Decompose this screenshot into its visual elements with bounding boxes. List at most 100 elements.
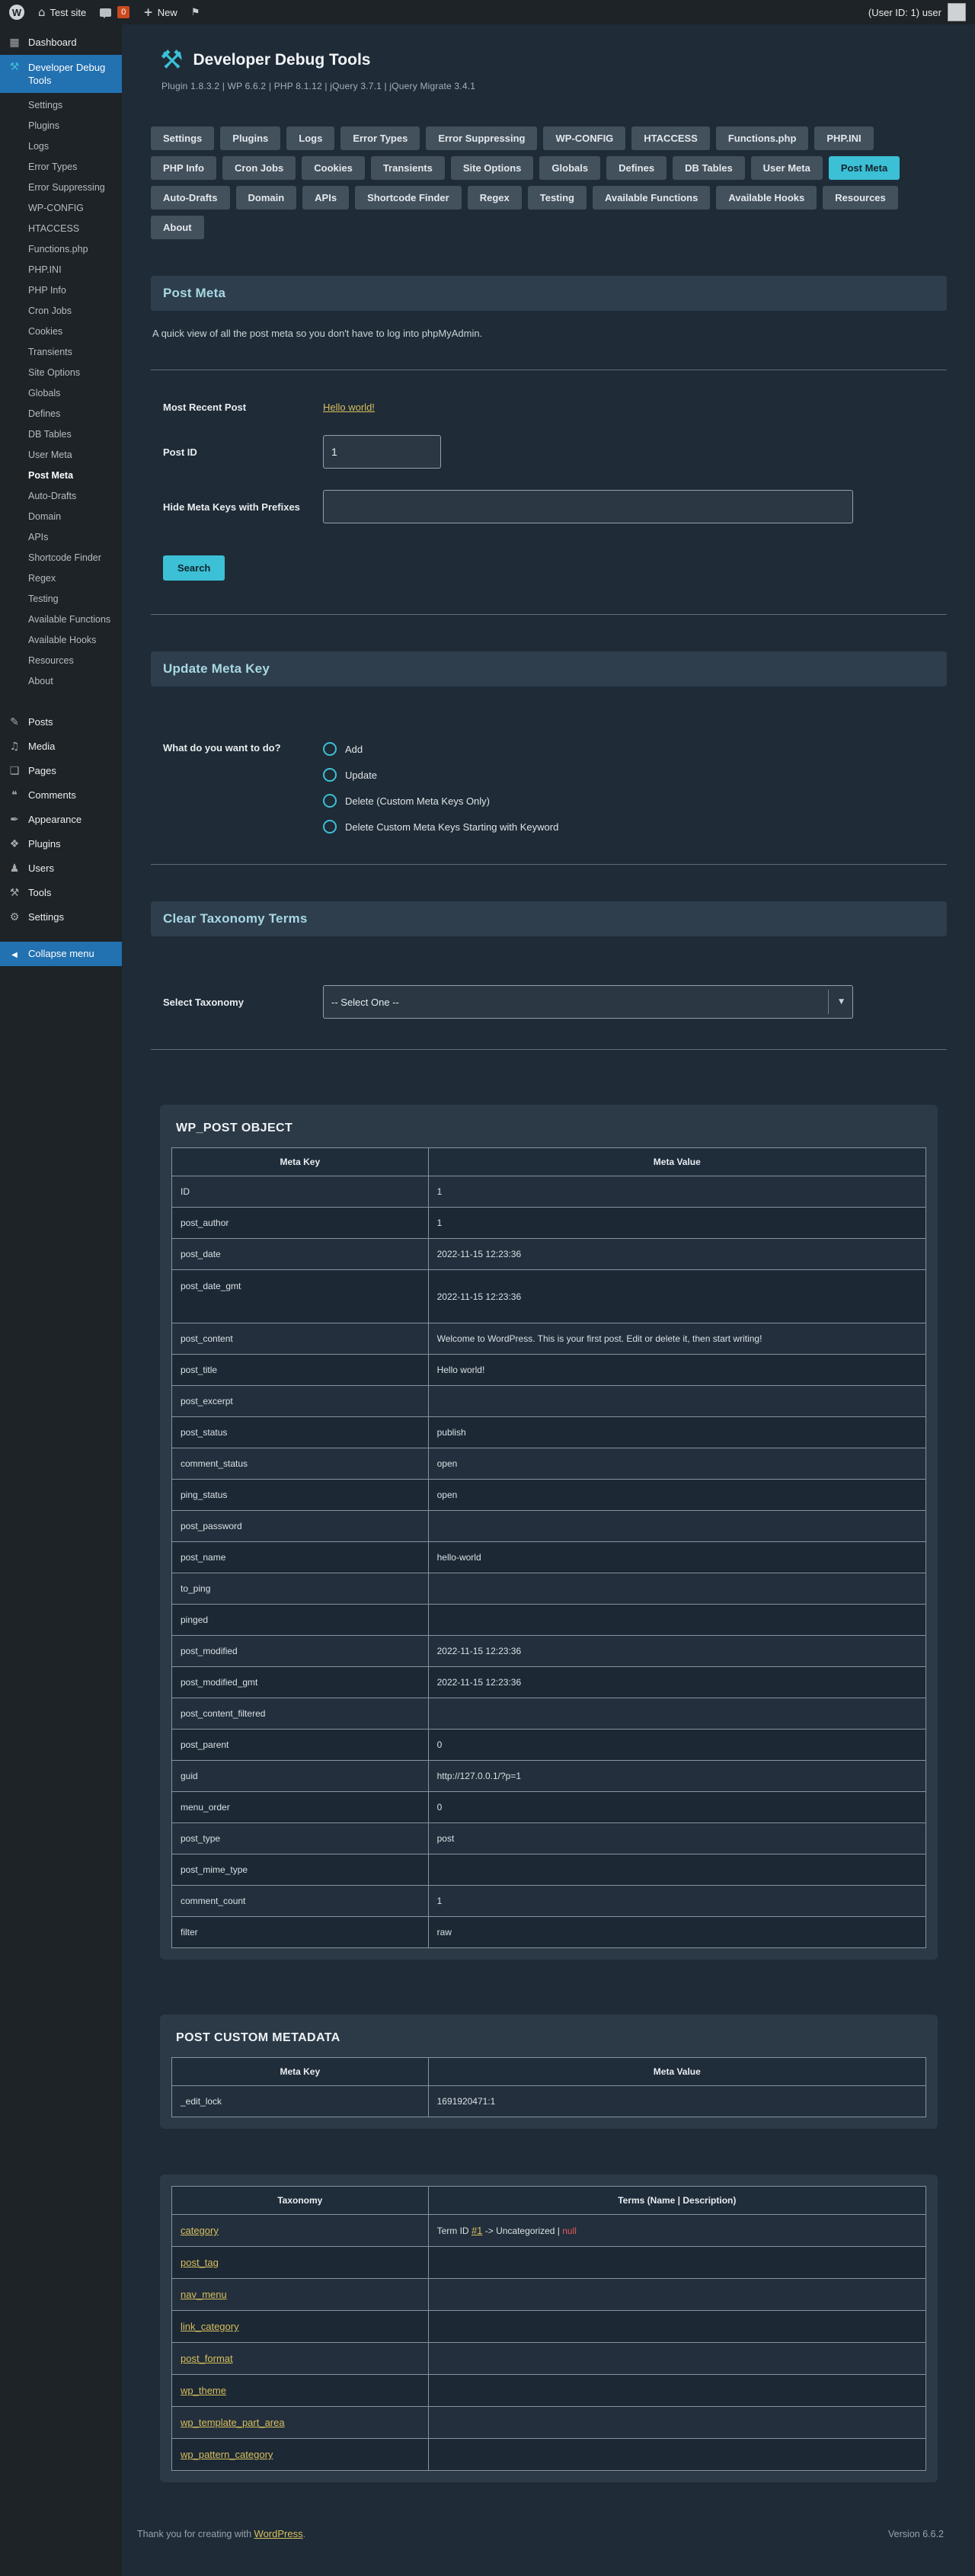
sidebar-submenu-item[interactable]: Available Functions (0, 610, 122, 630)
sidebar-submenu-item[interactable]: Site Options (0, 363, 122, 383)
sidebar-menu-item[interactable]: ✎ Posts (0, 710, 122, 734)
tab[interactable]: PHP.INI (814, 126, 874, 150)
tab[interactable]: APIs (302, 186, 350, 210)
tab[interactable]: Shortcode Finder (355, 186, 462, 210)
sidebar-submenu-item[interactable]: Cron Jobs (0, 301, 122, 322)
term-id-link[interactable]: #1 (472, 2225, 482, 2236)
tab[interactable]: Error Types (340, 126, 420, 150)
taxonomy-link[interactable]: wp_template_part_area (181, 2417, 285, 2428)
sidebar-menu-item[interactable]: ♟ Users (0, 856, 122, 881)
sidebar-submenu-item[interactable]: PHP.INI (0, 260, 122, 280)
tab[interactable]: Regex (467, 186, 522, 210)
sidebar-submenu-item[interactable]: Error Types (0, 157, 122, 178)
tab[interactable]: Testing (527, 186, 587, 210)
sidebar-submenu-item[interactable]: Settings (0, 95, 122, 116)
sidebar-submenu-item[interactable]: PHP Info (0, 280, 122, 301)
sidebar-menu-item[interactable]: ❖ Plugins (0, 832, 122, 856)
radio-option[interactable]: Add (323, 742, 558, 756)
collapse-menu-button[interactable]: Collapse menu (0, 942, 122, 966)
hide-prefixes-input[interactable] (323, 490, 853, 523)
taxonomy-link[interactable]: wp_theme (181, 2385, 226, 2396)
sidebar-submenu-item[interactable]: Domain (0, 507, 122, 527)
tab[interactable]: Domain (235, 186, 297, 210)
taxonomy-link[interactable]: link_category (181, 2321, 239, 2332)
tab[interactable]: Auto-Drafts (151, 186, 230, 210)
sidebar-submenu-item[interactable]: Plugins (0, 116, 122, 136)
tab[interactable]: PHP Info (151, 156, 216, 180)
sidebar-submenu-item[interactable]: Regex (0, 568, 122, 589)
sidebar-item-dashboard[interactable]: Dashboard (0, 30, 122, 55)
tab[interactable]: About (151, 216, 204, 239)
tab[interactable]: Available Hooks (716, 186, 817, 210)
sidebar-submenu-item[interactable]: Testing (0, 589, 122, 610)
post-id-input[interactable] (323, 435, 441, 469)
taxonomy-link[interactable]: category (181, 2225, 219, 2236)
sidebar-menu-item[interactable]: ⚙ Settings (0, 905, 122, 930)
sidebar-submenu-item[interactable]: Globals (0, 383, 122, 404)
tab[interactable]: Logs (286, 126, 335, 150)
sidebar-submenu-item[interactable]: WP-CONFIG (0, 198, 122, 219)
sidebar-menu-item[interactable]: ❝ Comments (0, 783, 122, 808)
tab[interactable]: WP-CONFIG (543, 126, 626, 150)
radio-input[interactable] (323, 820, 337, 834)
sidebar-submenu-item[interactable]: DB Tables (0, 424, 122, 445)
avatar[interactable] (948, 3, 966, 21)
radio-input[interactable] (323, 742, 337, 756)
sidebar-submenu-item[interactable]: Logs (0, 136, 122, 157)
tab[interactable]: Resources (823, 186, 898, 210)
tab[interactable]: Available Functions (593, 186, 711, 210)
radio-input[interactable] (323, 794, 337, 808)
sidebar-submenu-item[interactable]: HTACCESS (0, 219, 122, 239)
sidebar-submenu-item[interactable]: Error Suppressing (0, 178, 122, 198)
radio-input[interactable] (323, 768, 337, 782)
debug-flag-button[interactable] (191, 8, 200, 18)
taxonomy-link[interactable]: post_format (181, 2353, 233, 2364)
sidebar-submenu-item[interactable]: User Meta (0, 445, 122, 466)
radio-option[interactable]: Delete (Custom Meta Keys Only) (323, 794, 558, 808)
search-button[interactable]: Search (163, 555, 225, 581)
sidebar-submenu-item[interactable]: Auto-Drafts (0, 486, 122, 507)
tab[interactable]: Plugins (220, 126, 281, 150)
sidebar-menu-item[interactable]: ✒ Appearance (0, 808, 122, 832)
sidebar-item-developer-debug-tools[interactable]: Developer Debug Tools (0, 55, 122, 93)
tab[interactable]: Globals (539, 156, 601, 180)
sidebar-submenu-item[interactable]: Shortcode Finder (0, 548, 122, 568)
tab[interactable]: Settings (151, 126, 215, 150)
tab[interactable]: HTACCESS (631, 126, 710, 150)
sidebar-submenu-item[interactable]: Transients (0, 342, 122, 363)
most-recent-post-link[interactable]: Hello world! (323, 402, 375, 413)
sidebar-submenu-item[interactable]: Functions.php (0, 239, 122, 260)
sidebar-submenu-item[interactable]: Defines (0, 404, 122, 424)
taxonomy-link[interactable]: wp_pattern_category (181, 2449, 273, 2460)
tab[interactable]: Transients (370, 156, 445, 180)
new-content-button[interactable]: New (143, 7, 177, 18)
tab[interactable]: Cookies (302, 156, 365, 180)
taxonomy-select[interactable]: -- Select One -- (323, 985, 853, 1019)
sidebar-menu-item[interactable]: ⚒ Tools (0, 881, 122, 905)
sidebar-menu-item[interactable]: ❏ Pages (0, 759, 122, 783)
tab[interactable]: Functions.php (715, 126, 809, 150)
tab[interactable]: Site Options (450, 156, 534, 180)
taxonomy-link[interactable]: post_tag (181, 2257, 219, 2268)
account-menu[interactable]: (User ID: 1) user (868, 7, 941, 18)
taxonomy-link[interactable]: nav_menu (181, 2289, 227, 2300)
tab[interactable]: Error Suppressing (426, 126, 538, 150)
site-name-link[interactable]: Test site (38, 7, 87, 18)
radio-option[interactable]: Update (323, 768, 558, 782)
sidebar-submenu-item[interactable]: Available Hooks (0, 630, 122, 651)
tab[interactable]: Defines (606, 156, 667, 180)
tab[interactable]: Cron Jobs (222, 156, 296, 180)
sidebar-submenu-item[interactable]: Resources (0, 651, 122, 671)
tab[interactable]: Post Meta (828, 156, 900, 180)
sidebar-submenu-item[interactable]: Post Meta (0, 466, 122, 486)
sidebar-submenu-item[interactable]: APIs (0, 527, 122, 548)
wordpress-logo-icon[interactable]: W (9, 5, 24, 20)
sidebar-submenu-item[interactable]: Cookies (0, 322, 122, 342)
wordpress-link[interactable]: WordPress (254, 2528, 303, 2539)
admin-bar-comments[interactable]: 0 (100, 6, 130, 18)
tab[interactable]: DB Tables (673, 156, 745, 180)
sidebar-submenu-item[interactable]: About (0, 671, 122, 692)
tab[interactable]: User Meta (750, 156, 823, 180)
sidebar-menu-item[interactable]: ♫ Media (0, 734, 122, 759)
radio-option[interactable]: Delete Custom Meta Keys Starting with Ke… (323, 820, 558, 834)
